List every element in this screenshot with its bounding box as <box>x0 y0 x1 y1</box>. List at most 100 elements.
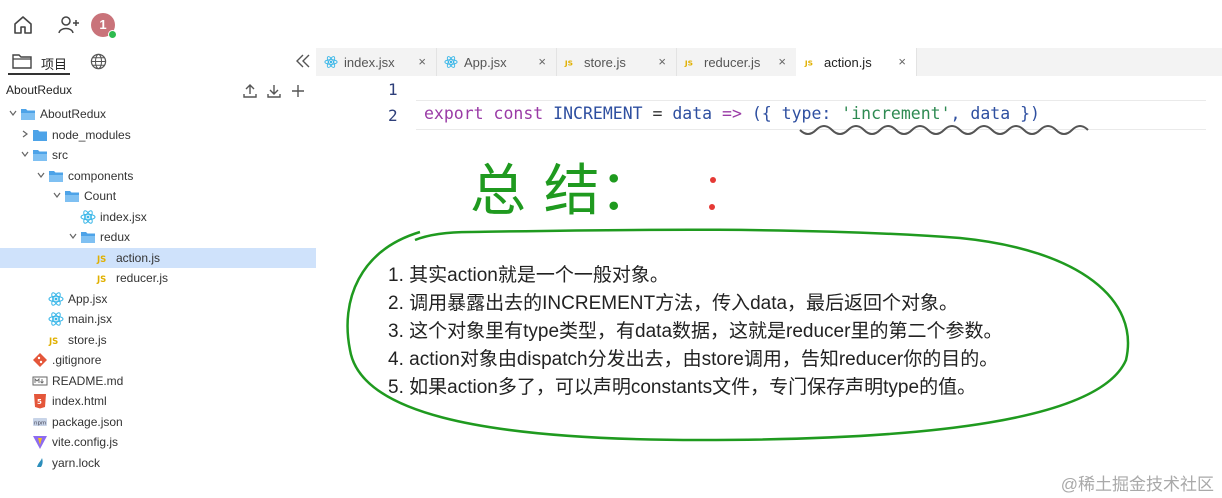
tree-item[interactable]: index.jsx <box>0 207 316 227</box>
tab-label: action.js <box>824 55 872 70</box>
tree-item[interactable]: npm package.json <box>0 412 316 432</box>
svg-text:5: 5 <box>37 398 42 406</box>
svg-text:JS: JS <box>564 59 573 68</box>
folder-open-icon <box>48 168 64 184</box>
js-icon: JS <box>48 332 64 348</box>
summary-point: 4. action对象由dispatch分发出去，由store调用，告知redu… <box>388 349 999 370</box>
folder-icon <box>32 127 48 143</box>
tree-item-label: node_modules <box>52 127 131 142</box>
tree-item[interactable]: 5 index.html <box>0 391 316 411</box>
tree-item-label: vite.config.js <box>52 435 119 449</box>
summary-point: 5. 如果action多了，可以声明constants文件，专门保存声明type… <box>388 377 977 398</box>
tree-item-label: index.html <box>52 394 107 408</box>
operator-token: = <box>652 104 663 123</box>
yarn-icon <box>32 455 48 471</box>
tree-item-label: package.json <box>52 414 123 429</box>
tree-item[interactable]: README.md <box>0 371 316 391</box>
editor-tab[interactable]: index.jsx × <box>316 48 437 76</box>
chevron-down-icon[interactable] <box>36 170 46 180</box>
svg-text:JS: JS <box>804 59 813 68</box>
tree-item[interactable]: App.jsx <box>0 289 316 309</box>
chevron-down-icon[interactable] <box>52 190 62 200</box>
close-icon[interactable]: × <box>538 54 546 69</box>
tree-item[interactable]: redux <box>0 227 316 247</box>
tab-project[interactable]: 项目 <box>41 54 67 73</box>
markdown-icon <box>32 373 48 389</box>
home-icon[interactable] <box>12 14 34 36</box>
editor-tabs: index.jsx × App.jsx × JS store.js × JS reducer.j… <box>316 48 1222 77</box>
react-icon <box>48 311 64 327</box>
summary-list: 1. 其实action就是一个一般对象。 2. 调用暴露出去的INCREMENT… <box>388 262 1002 402</box>
upload-icon[interactable] <box>242 83 258 99</box>
folder-open-icon <box>32 147 48 163</box>
tree-item[interactable]: .gitignore <box>0 350 316 370</box>
line-number: 2 <box>388 106 398 125</box>
editor-tab[interactable]: JS action.js × <box>796 48 917 77</box>
tree-item[interactable]: JS store.js <box>0 330 316 350</box>
top-bar: 1 <box>0 0 1222 49</box>
editor-tab[interactable]: JS store.js × <box>556 48 677 76</box>
js-icon: JS <box>96 250 112 266</box>
keyword-token: export <box>424 104 484 123</box>
tree-item-label: yarn.lock <box>52 455 101 470</box>
editor-tab[interactable]: App.jsx × <box>436 48 557 76</box>
tree-item[interactable]: main.jsx <box>0 309 316 329</box>
svg-text:JS: JS <box>96 255 106 265</box>
chevron-right-icon[interactable] <box>20 129 30 139</box>
object-token: ({ type: <box>741 104 842 123</box>
tree-item[interactable]: AboutRedux <box>0 104 316 124</box>
chevron-down-icon[interactable] <box>68 231 78 241</box>
git-icon <box>32 352 48 368</box>
tab-label: reducer.js <box>704 55 761 70</box>
add-icon[interactable] <box>290 83 306 99</box>
add-user-icon[interactable] <box>57 13 81 37</box>
tree-item[interactable]: Count <box>0 186 316 206</box>
folder-open-icon <box>64 188 80 204</box>
string-token: 'increment' <box>841 104 951 123</box>
project-root-label: AboutRedux <box>6 83 73 97</box>
close-icon[interactable]: × <box>898 54 906 69</box>
close-icon[interactable]: × <box>778 54 786 69</box>
close-icon[interactable]: × <box>658 54 666 69</box>
svg-text:JS: JS <box>96 275 106 285</box>
project-sidebar: 项目 AboutRedux AboutRedux node_modulessrc c… <box>0 48 317 498</box>
tree-item-label: main.jsx <box>68 312 113 326</box>
json-icon: npm <box>32 414 48 430</box>
react-icon <box>48 291 64 307</box>
html-icon: 5 <box>32 393 48 409</box>
globe-icon[interactable] <box>90 53 107 70</box>
tree-item[interactable]: node_modules <box>0 125 316 145</box>
tree-item[interactable]: src <box>0 145 316 165</box>
download-icon[interactable] <box>266 83 282 99</box>
tree-item[interactable]: components <box>0 166 316 186</box>
tree-item-label: README.md <box>52 373 124 388</box>
svg-text:npm: npm <box>34 420 46 426</box>
arrow-token: => <box>722 104 742 123</box>
tree-item-label: App.jsx <box>68 291 108 306</box>
react-icon <box>80 209 96 225</box>
js-icon: JS <box>96 270 112 286</box>
svg-text:JS: JS <box>48 337 58 347</box>
folder-open-icon <box>80 229 96 245</box>
tree-item[interactable]: JS reducer.js <box>0 268 316 288</box>
active-tab-indicator <box>8 73 70 75</box>
chevron-down-icon[interactable] <box>20 149 30 159</box>
collapse-sidebar-icon[interactable] <box>295 54 311 68</box>
vite-icon <box>32 434 48 450</box>
folder-icon[interactable] <box>12 53 32 69</box>
keyword-token: const <box>493 104 544 123</box>
tree-item[interactable]: JS action.js <box>0 247 316 268</box>
close-icon[interactable]: × <box>418 54 426 69</box>
folder-open-icon <box>20 106 36 122</box>
chevron-down-icon[interactable] <box>8 108 18 118</box>
sidebar-header: 项目 <box>0 48 316 76</box>
code-line[interactable]: export const INCREMENT = data => ({ type… <box>424 104 1040 123</box>
tree-item-label: store.js <box>68 332 107 347</box>
js-icon: JS <box>804 55 818 69</box>
tree-item[interactable]: yarn.lock <box>0 453 316 473</box>
editor-tab[interactable]: JS reducer.js × <box>676 48 797 76</box>
tree-item[interactable]: vite.config.js <box>0 432 316 452</box>
line-number: 1 <box>388 80 398 99</box>
tree-item-label: components <box>68 168 134 183</box>
